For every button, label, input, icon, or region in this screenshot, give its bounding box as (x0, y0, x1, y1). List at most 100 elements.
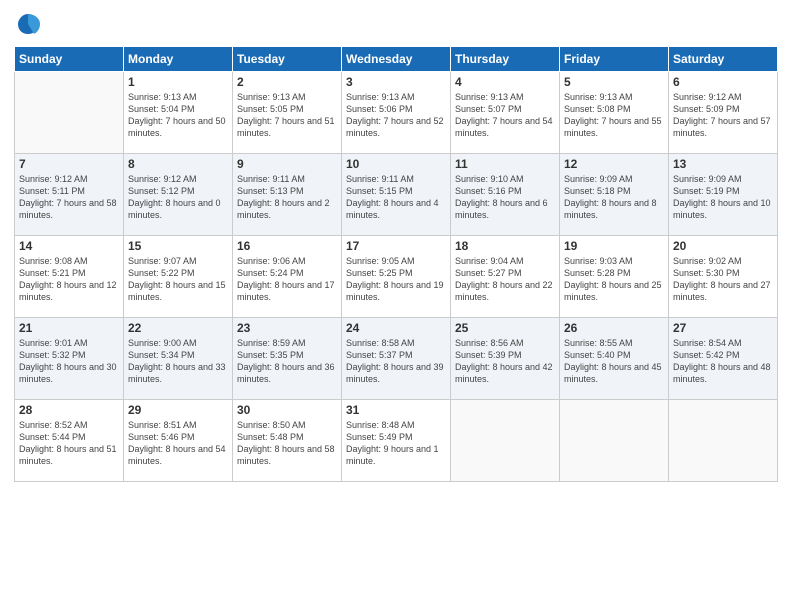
day-info: Sunrise: 9:06 AM Sunset: 5:24 PM Dayligh… (237, 255, 337, 304)
day-number: 17 (346, 239, 446, 253)
day-info: Sunrise: 8:59 AM Sunset: 5:35 PM Dayligh… (237, 337, 337, 386)
day-info: Sunrise: 9:13 AM Sunset: 5:04 PM Dayligh… (128, 91, 228, 140)
day-cell: 28 Sunrise: 8:52 AM Sunset: 5:44 PM Dayli… (15, 400, 124, 482)
day-cell: 26Sunrise: 8:55 AM Sunset: 5:40 PM Dayli… (560, 318, 669, 400)
day-number: 9 (237, 157, 337, 171)
day-cell: 9 Sunrise: 9:11 AM Sunset: 5:13 PM Daylig… (233, 154, 342, 236)
day-number: 12 (564, 157, 664, 171)
day-cell: 10Sunrise: 9:11 AM Sunset: 5:15 PM Dayli… (342, 154, 451, 236)
day-cell: 4 Sunrise: 9:13 AM Sunset: 5:07 PM Daylig… (451, 72, 560, 154)
day-cell: 8 Sunrise: 9:12 AM Sunset: 5:12 PM Daylig… (124, 154, 233, 236)
day-cell (560, 400, 669, 482)
day-cell: 5 Sunrise: 9:13 AM Sunset: 5:08 PM Daylig… (560, 72, 669, 154)
day-cell: 29 Sunrise: 8:51 AM Sunset: 5:46 PM Dayli… (124, 400, 233, 482)
day-info: Sunrise: 8:52 AM Sunset: 5:44 PM Dayligh… (19, 419, 119, 468)
calendar-page: SundayMondayTuesdayWednesdayThursdayFrid… (0, 0, 792, 612)
day-cell: 3 Sunrise: 9:13 AM Sunset: 5:06 PM Daylig… (342, 72, 451, 154)
day-info: Sunrise: 9:12 AM Sunset: 5:11 PM Dayligh… (19, 173, 119, 222)
day-info: Sunrise: 9:13 AM Sunset: 5:07 PM Dayligh… (455, 91, 555, 140)
day-number: 8 (128, 157, 228, 171)
day-info: Sunrise: 8:58 AM Sunset: 5:37 PM Dayligh… (346, 337, 446, 386)
day-number: 30 (237, 403, 337, 417)
day-number: 1 (128, 75, 228, 89)
day-number: 29 (128, 403, 228, 417)
day-number: 15 (128, 239, 228, 253)
day-number: 2 (237, 75, 337, 89)
day-cell (669, 400, 778, 482)
day-cell (15, 72, 124, 154)
day-number: 11 (455, 157, 555, 171)
day-cell: 7 Sunrise: 9:12 AM Sunset: 5:11 PM Daylig… (15, 154, 124, 236)
day-info: Sunrise: 9:12 AM Sunset: 5:09 PM Dayligh… (673, 91, 773, 140)
day-info: Sunrise: 9:13 AM Sunset: 5:06 PM Dayligh… (346, 91, 446, 140)
day-cell: 18 Sunrise: 9:04 AM Sunset: 5:27 PM Dayli… (451, 236, 560, 318)
day-number: 3 (346, 75, 446, 89)
week-row-2: 7 Sunrise: 9:12 AM Sunset: 5:11 PM Daylig… (15, 154, 778, 236)
day-cell: 21 Sunrise: 9:01 AM Sunset: 5:32 PM Dayli… (15, 318, 124, 400)
week-row-4: 21 Sunrise: 9:01 AM Sunset: 5:32 PM Dayli… (15, 318, 778, 400)
day-number: 7 (19, 157, 119, 171)
day-info: Sunrise: 9:00 AM Sunset: 5:34 PM Dayligh… (128, 337, 228, 386)
header-cell-monday: Monday (124, 47, 233, 72)
header-cell-sunday: Sunday (15, 47, 124, 72)
day-number: 26 (564, 321, 664, 335)
day-info: Sunrise: 9:11 AM Sunset: 5:13 PM Dayligh… (237, 173, 337, 222)
day-cell: 1 Sunrise: 9:13 AM Sunset: 5:04 PM Daylig… (124, 72, 233, 154)
day-number: 31 (346, 403, 446, 417)
day-cell: 15 Sunrise: 9:07 AM Sunset: 5:22 PM Dayli… (124, 236, 233, 318)
day-number: 20 (673, 239, 773, 253)
day-cell: 16 Sunrise: 9:06 AM Sunset: 5:24 PM Dayli… (233, 236, 342, 318)
day-number: 4 (455, 75, 555, 89)
day-cell: 23 Sunrise: 8:59 AM Sunset: 5:35 PM Dayli… (233, 318, 342, 400)
day-number: 13 (673, 157, 773, 171)
day-info: Sunrise: 9:11 AM Sunset: 5:15 PM Dayligh… (346, 173, 446, 222)
day-number: 23 (237, 321, 337, 335)
day-info: Sunrise: 9:05 AM Sunset: 5:25 PM Dayligh… (346, 255, 446, 304)
day-cell: 11 Sunrise: 9:10 AM Sunset: 5:16 PM Dayli… (451, 154, 560, 236)
day-info: Sunrise: 9:08 AM Sunset: 5:21 PM Dayligh… (19, 255, 119, 304)
day-cell: 27 Sunrise: 8:54 AM Sunset: 5:42 PM Dayli… (669, 318, 778, 400)
header (14, 10, 778, 38)
day-cell: 30Sunrise: 8:50 AM Sunset: 5:48 PM Dayli… (233, 400, 342, 482)
day-cell: 31 Sunrise: 8:48 AM Sunset: 5:49 PM Dayli… (342, 400, 451, 482)
day-number: 14 (19, 239, 119, 253)
day-cell: 12 Sunrise: 9:09 AM Sunset: 5:18 PM Dayli… (560, 154, 669, 236)
day-cell: 24Sunrise: 8:58 AM Sunset: 5:37 PM Dayli… (342, 318, 451, 400)
header-cell-saturday: Saturday (669, 47, 778, 72)
day-info: Sunrise: 9:13 AM Sunset: 5:05 PM Dayligh… (237, 91, 337, 140)
day-info: Sunrise: 9:10 AM Sunset: 5:16 PM Dayligh… (455, 173, 555, 222)
day-info: Sunrise: 9:02 AM Sunset: 5:30 PM Dayligh… (673, 255, 773, 304)
day-info: Sunrise: 8:54 AM Sunset: 5:42 PM Dayligh… (673, 337, 773, 386)
day-info: Sunrise: 9:13 AM Sunset: 5:08 PM Dayligh… (564, 91, 664, 140)
day-number: 21 (19, 321, 119, 335)
day-cell: 20 Sunrise: 9:02 AM Sunset: 5:30 PM Dayli… (669, 236, 778, 318)
day-cell: 25 Sunrise: 8:56 AM Sunset: 5:39 PM Dayli… (451, 318, 560, 400)
day-info: Sunrise: 8:48 AM Sunset: 5:49 PM Dayligh… (346, 419, 446, 468)
day-number: 16 (237, 239, 337, 253)
day-number: 27 (673, 321, 773, 335)
day-number: 28 (19, 403, 119, 417)
day-info: Sunrise: 9:04 AM Sunset: 5:27 PM Dayligh… (455, 255, 555, 304)
day-cell: 22Sunrise: 9:00 AM Sunset: 5:34 PM Dayli… (124, 318, 233, 400)
day-number: 18 (455, 239, 555, 253)
day-number: 6 (673, 75, 773, 89)
day-number: 25 (455, 321, 555, 335)
day-info: Sunrise: 8:51 AM Sunset: 5:46 PM Dayligh… (128, 419, 228, 468)
day-info: Sunrise: 8:56 AM Sunset: 5:39 PM Dayligh… (455, 337, 555, 386)
day-number: 5 (564, 75, 664, 89)
day-info: Sunrise: 9:01 AM Sunset: 5:32 PM Dayligh… (19, 337, 119, 386)
day-cell (451, 400, 560, 482)
day-info: Sunrise: 9:09 AM Sunset: 5:19 PM Dayligh… (673, 173, 773, 222)
day-info: Sunrise: 9:12 AM Sunset: 5:12 PM Dayligh… (128, 173, 228, 222)
day-cell: 17 Sunrise: 9:05 AM Sunset: 5:25 PM Dayli… (342, 236, 451, 318)
week-row-1: 1 Sunrise: 9:13 AM Sunset: 5:04 PM Daylig… (15, 72, 778, 154)
day-info: Sunrise: 9:07 AM Sunset: 5:22 PM Dayligh… (128, 255, 228, 304)
day-cell: 13 Sunrise: 9:09 AM Sunset: 5:19 PM Dayli… (669, 154, 778, 236)
day-info: Sunrise: 9:09 AM Sunset: 5:18 PM Dayligh… (564, 173, 664, 222)
week-row-3: 14 Sunrise: 9:08 AM Sunset: 5:21 PM Dayli… (15, 236, 778, 318)
logo-icon (14, 10, 42, 38)
header-cell-wednesday: Wednesday (342, 47, 451, 72)
header-cell-thursday: Thursday (451, 47, 560, 72)
day-cell: 2 Sunrise: 9:13 AM Sunset: 5:05 PM Daylig… (233, 72, 342, 154)
day-cell: 19Sunrise: 9:03 AM Sunset: 5:28 PM Dayli… (560, 236, 669, 318)
